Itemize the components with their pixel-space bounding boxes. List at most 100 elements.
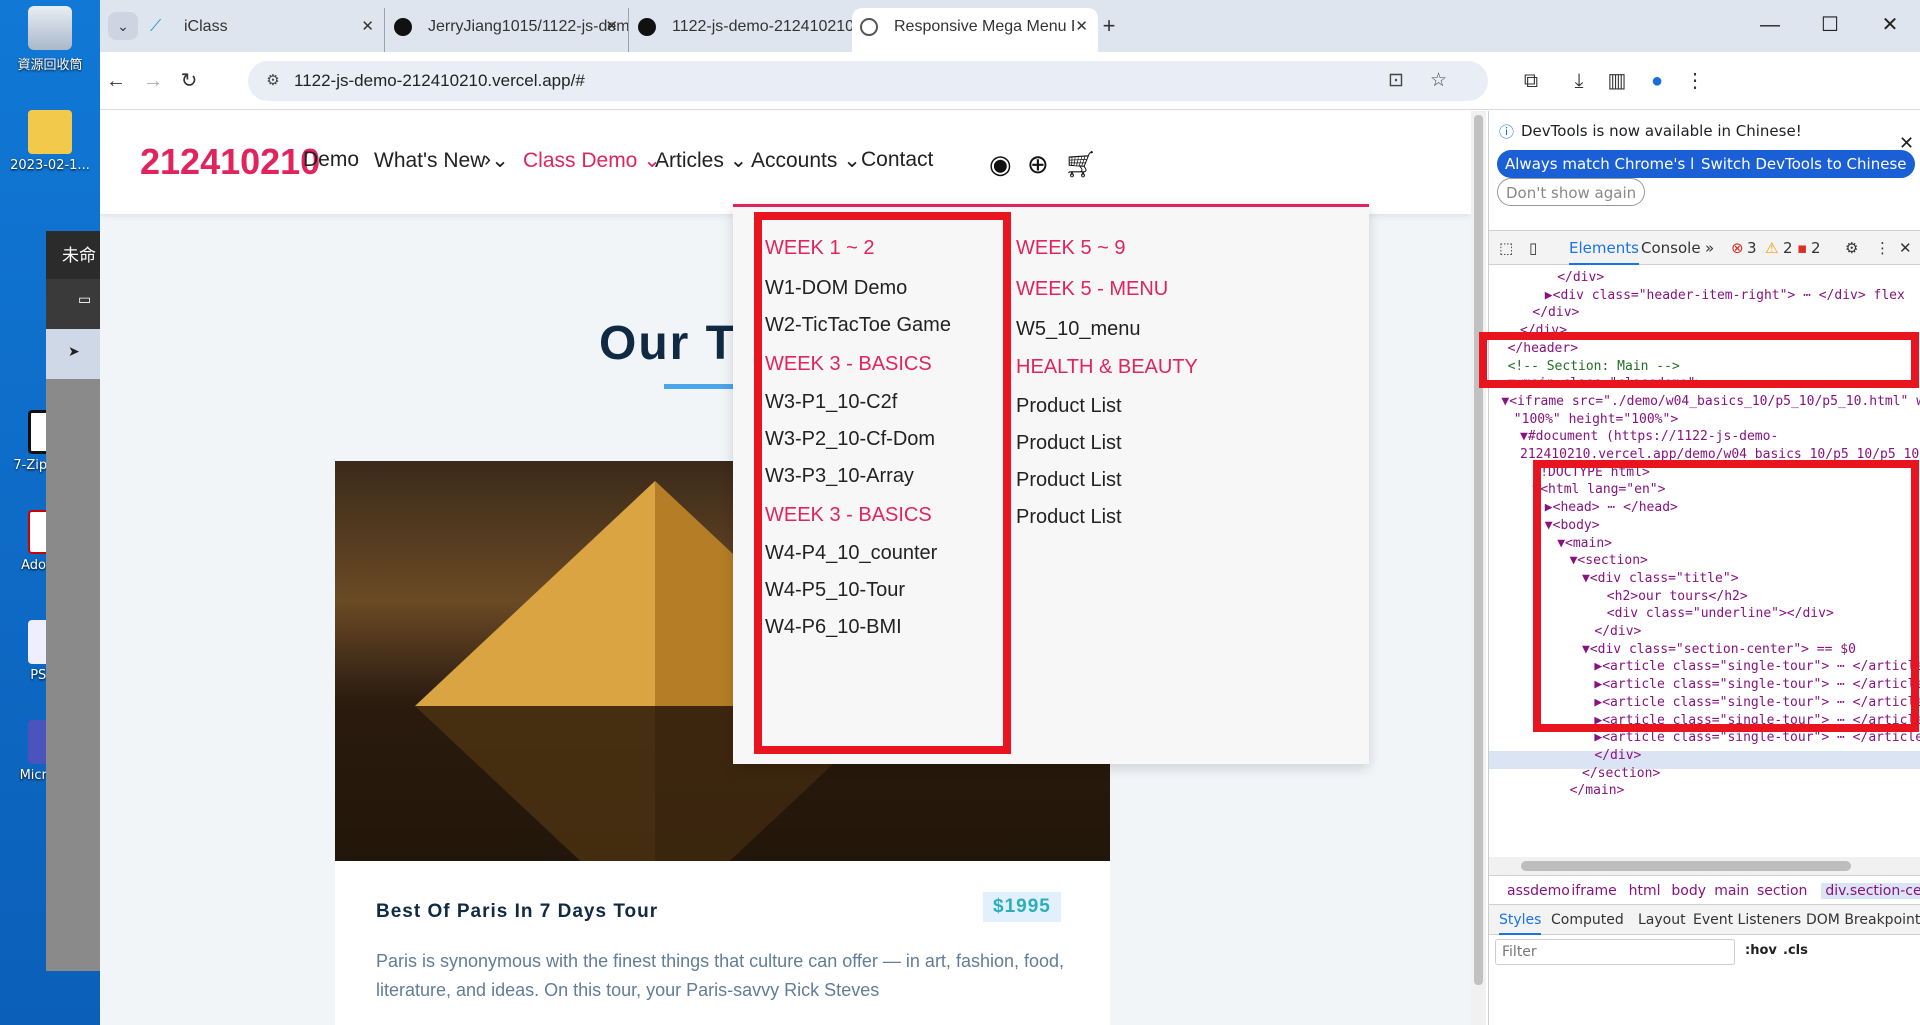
tab-search-icon[interactable]: ⌄	[108, 12, 138, 40]
devtools-tabs: ⬚ ▯ Elements Console » ⊗ 3 ⚠ 2 ▪ 2 ⚙ ⋮ ✕	[1489, 231, 1920, 265]
forward-icon[interactable]: →	[136, 64, 170, 98]
device-toggle-icon[interactable]: ▯	[1529, 239, 1537, 257]
close-banner-icon[interactable]: ✕	[1899, 133, 1914, 154]
mega-link[interactable]: Product List	[1016, 395, 1122, 418]
breadcrumb-item[interactable]: html	[1629, 883, 1661, 899]
menu-icon[interactable]: ⋮	[1678, 64, 1712, 98]
nav-accounts[interactable]: Accounts ⌄	[751, 148, 861, 173]
side-panel-icon[interactable]: ▥	[1600, 64, 1634, 98]
close-icon[interactable]: ✕	[605, 8, 618, 46]
folder-icon: ▭	[46, 279, 102, 329]
switch-to-chinese-button[interactable]: Switch DevTools to Chinese	[1693, 150, 1915, 178]
dom-node-line[interactable]: ▼#document (https://1122-js-demo-	[1520, 428, 1778, 446]
dom-node-line[interactable]: </div>	[1532, 304, 1579, 322]
close-devtools-icon[interactable]: ✕	[1899, 239, 1912, 257]
dom-node-line[interactable]: </div>	[1594, 747, 1641, 765]
new-tab-icon[interactable]: +	[1094, 12, 1124, 40]
mega-link[interactable]: Product List	[1016, 506, 1122, 529]
error-icon[interactable]: ⊗	[1731, 239, 1744, 257]
maximize-icon[interactable]: ☐	[1800, 10, 1860, 40]
tab-iclass[interactable]: ⟋ iClass ✕	[142, 8, 385, 52]
extensions-icon[interactable]: ⧉	[1514, 64, 1548, 98]
breadcrumb-item[interactable]: assdemo	[1507, 883, 1570, 899]
nav-demo[interactable]: Demo	[303, 148, 359, 172]
github-icon	[638, 18, 656, 36]
mega-link[interactable]: Product List	[1016, 432, 1122, 455]
site-navbar: 212410210 Demo What's New ⌄ › Class Demo…	[100, 111, 1471, 214]
translate-icon[interactable]: ⊡	[1388, 69, 1404, 92]
tab-elements[interactable]: Elements	[1569, 239, 1639, 265]
page-scrollbar[interactable]	[1471, 111, 1486, 1025]
iclass-icon: ⟋	[150, 18, 162, 35]
inspect-icon[interactable]: ⬚	[1499, 239, 1513, 257]
cls-toggle[interactable]: .cls	[1783, 943, 1808, 958]
close-icon[interactable]: ✕	[361, 8, 374, 46]
nav-more-arrow[interactable]: ›	[484, 148, 491, 172]
tab-label: JerryJiang1015/1122-js-demo	[428, 18, 629, 35]
scrollbar-thumb[interactable]	[1521, 861, 1851, 871]
site-info-icon[interactable]: ⚙	[262, 70, 284, 92]
more-tabs-icon[interactable]: »	[1705, 239, 1714, 257]
breadcrumb-item[interactable]: div.section-center	[1821, 883, 1920, 899]
omnibox[interactable]: ⚙ 1122-js-demo-212410210.vercel.app/# ⊡ …	[248, 61, 1488, 101]
nav-class-demo[interactable]: Class Demo ⌄	[523, 148, 661, 173]
breadcrumb-item[interactable]: main	[1714, 883, 1749, 899]
tab-computed[interactable]: Computed	[1551, 912, 1624, 928]
background-window[interactable]: 未命 ▭ ➤	[46, 231, 102, 971]
styles-filter-input[interactable]: Filter	[1495, 939, 1735, 965]
reload-icon[interactable]: ↻	[172, 64, 206, 98]
cart-icon[interactable]: 🛒︎	[1064, 149, 1097, 180]
tab-layout[interactable]: Layout	[1638, 912, 1686, 928]
issue-count: 2	[1811, 239, 1821, 257]
section-title: Our T	[599, 317, 737, 370]
download-icon[interactable]: ⤓	[1562, 64, 1596, 98]
mega-link[interactable]: Product List	[1016, 469, 1122, 492]
close-window-icon[interactable]: ✕	[1860, 10, 1920, 40]
scrollbar-thumb[interactable]	[1474, 115, 1483, 985]
info-icon: ⓘ	[1499, 123, 1515, 141]
dom-node-line[interactable]: </div>	[1557, 269, 1604, 287]
dom-node-line[interactable]: ▼<iframe src="./demo/w04_basics_10/p5_10…	[1501, 393, 1920, 411]
dom-breadcrumb: assdemo iframe html body main section div.sect…	[1489, 875, 1920, 905]
banner-text: DevTools is now available in Chinese!	[1521, 122, 1802, 140]
folder-icon[interactable]: 2023-02-1...	[0, 110, 100, 173]
hov-toggle[interactable]: :hov	[1745, 943, 1777, 958]
tab-github-repo[interactable]: JerryJiang1015/1122-js-demo ✕	[386, 8, 629, 52]
tab-console[interactable]: Console	[1641, 239, 1701, 257]
tab-label: iClass	[184, 18, 228, 35]
tab-github-deploy[interactable]: 1122-js-demo-212410210 - V ✕	[630, 8, 873, 52]
desktop-icon-label: 2023-02-1...	[10, 158, 90, 173]
dom-node-line[interactable]: ▶<div class="header-item-right"> ⋯ </div…	[1545, 287, 1905, 305]
mega-link[interactable]: W5_10_menu	[1016, 318, 1141, 341]
star-icon[interactable]: ☆	[1430, 69, 1447, 92]
warning-icon[interactable]: ⚠	[1765, 239, 1778, 257]
dont-show-again-button[interactable]: Don't show again	[1497, 178, 1646, 206]
tab-dom-breakpoints[interactable]: DOM Breakpoints	[1806, 912, 1920, 928]
minimize-icon[interactable]: —	[1740, 10, 1800, 40]
url-text[interactable]: 1122-js-demo-212410210.vercel.app/#	[294, 71, 585, 91]
tab-mega-menu[interactable]: Responsive Mega Menu Exam ✕	[852, 8, 1098, 52]
breadcrumb-item[interactable]: section	[1757, 883, 1807, 899]
breadcrumb-item[interactable]: iframe	[1571, 883, 1616, 899]
recycle-bin-icon[interactable]: 資源回收筒	[0, 6, 100, 73]
dom-node-line[interactable]: </section>	[1582, 765, 1660, 783]
profile-icon[interactable]: ●	[1640, 64, 1674, 98]
nav-articles[interactable]: Articles ⌄	[655, 148, 747, 173]
dom-node-line[interactable]: "100%" height="100%">	[1514, 411, 1678, 429]
tab-styles[interactable]: Styles	[1499, 912, 1542, 935]
breadcrumb-item[interactable]: body	[1671, 883, 1706, 899]
globe-icon[interactable]: ⊕	[1027, 149, 1049, 180]
back-icon[interactable]: ←	[99, 64, 133, 98]
tour-price: $1995	[983, 892, 1061, 922]
close-icon[interactable]: ✕	[1075, 8, 1088, 46]
issue-icon[interactable]: ▪	[1797, 239, 1807, 257]
browser-window: ⌄ ⟋ iClass ✕ JerryJiang1015/1122-js-demo…	[100, 0, 1920, 1025]
github-icon[interactable]: ◉	[989, 149, 1012, 180]
site-brand[interactable]: 212410210	[140, 141, 320, 183]
settings-icon[interactable]: ⚙	[1845, 239, 1858, 257]
dom-horizontal-scrollbar[interactable]	[1489, 857, 1920, 875]
nav-contact[interactable]: Contact	[861, 148, 933, 172]
more-options-icon[interactable]: ⋮	[1875, 239, 1890, 257]
dom-node-line[interactable]: </main>	[1570, 782, 1625, 800]
tab-event-listeners[interactable]: Event Listeners	[1693, 912, 1801, 928]
